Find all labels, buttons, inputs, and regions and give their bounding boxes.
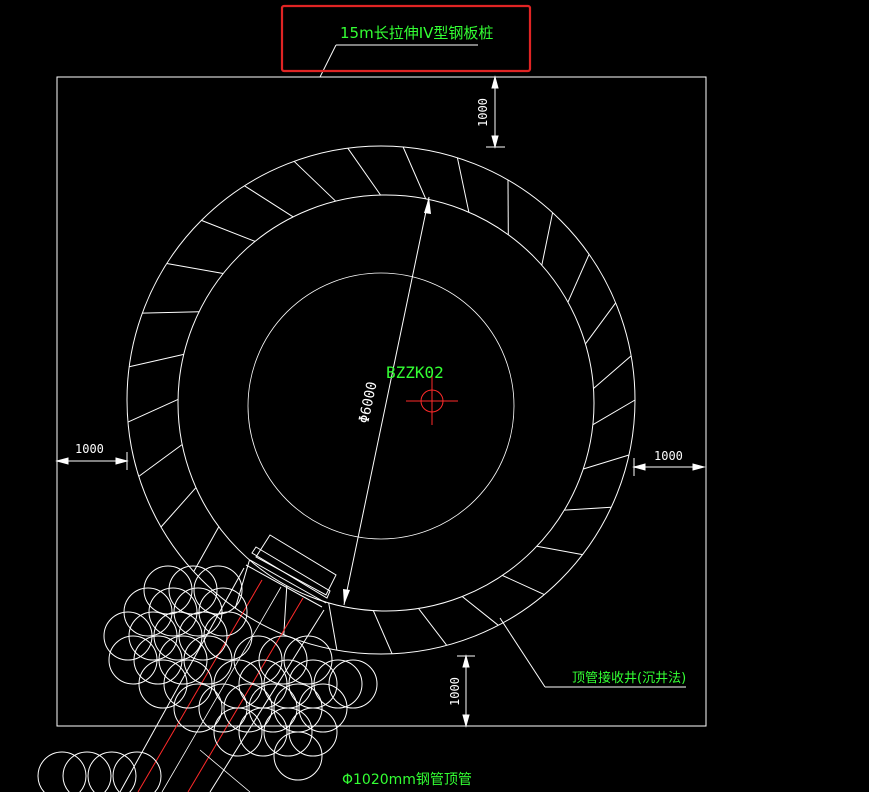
- label-receiving-well: 顶管接收井(沉井法): [572, 670, 686, 686]
- dim-right-value: 1000: [654, 449, 683, 463]
- dim-top-value: 1000: [476, 98, 490, 127]
- label-center-id: BZZK02: [386, 363, 444, 382]
- label-sheet-pile: 15m长拉伸IV型钢板桩: [340, 24, 493, 42]
- dim-left-value: 1000: [75, 442, 104, 456]
- cad-drawing: 15m长拉伸IV型钢板桩 BZZK02 Φ6000 1000 1000 1000…: [0, 0, 869, 792]
- dim-bottom-value: 1000: [448, 677, 462, 706]
- canvas-background: [0, 0, 869, 792]
- label-steel-pipe: Φ1020mm钢管顶管: [342, 772, 472, 788]
